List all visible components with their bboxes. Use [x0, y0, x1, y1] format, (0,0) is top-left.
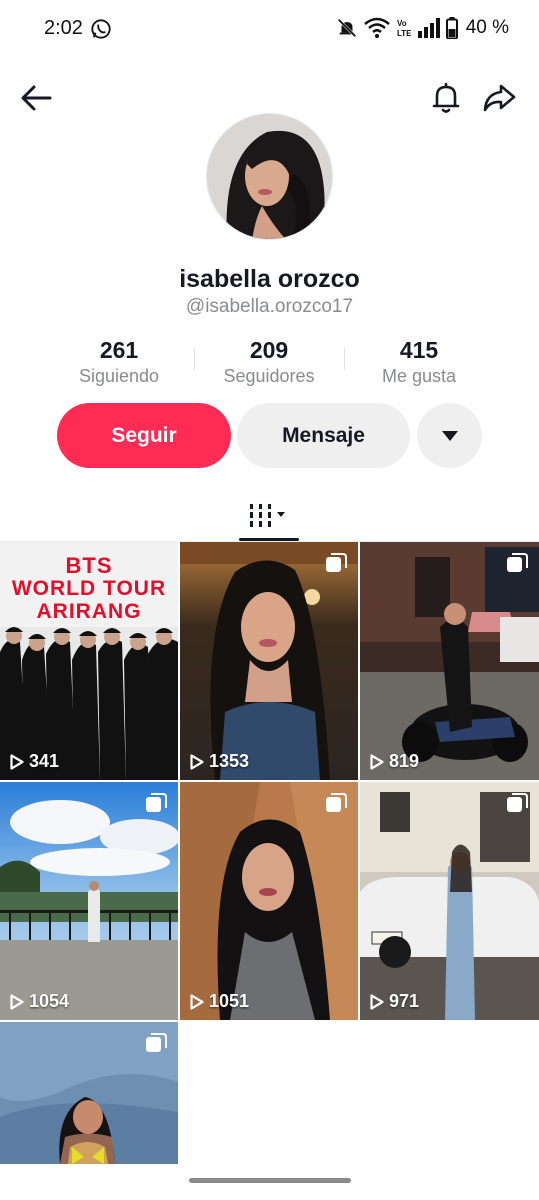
- likes-count: 415: [399, 337, 439, 363]
- thumbnail-image: [360, 542, 539, 780]
- thumbnail-image: [360, 782, 539, 1020]
- view-count-text: 971: [389, 991, 420, 1011]
- video-thumbnail[interactable]: 1051: [180, 782, 358, 1020]
- notifications-button[interactable]: [428, 80, 464, 116]
- avatar[interactable]: [206, 113, 333, 240]
- view-count: 1353: [190, 751, 249, 772]
- play-icon: [370, 753, 384, 770]
- multi-photo-icon: [326, 553, 347, 572]
- svg-text:LTE: LTE: [397, 29, 412, 38]
- view-count: 819: [370, 751, 419, 772]
- play-icon: [10, 993, 24, 1010]
- mute-bell-icon: [337, 18, 356, 38]
- stat-followers[interactable]: 209 Seguidores: [194, 336, 344, 388]
- thumbnail-image: [180, 542, 358, 780]
- likes-label: Me gusta: [381, 366, 457, 386]
- message-button[interactable]: Mensaje: [237, 403, 410, 468]
- share-button[interactable]: [481, 80, 517, 116]
- view-count-text: 1051: [209, 991, 250, 1011]
- followers-label: Seguidores: [223, 366, 315, 386]
- view-count-text: 1054: [29, 991, 70, 1011]
- followers-count: 209: [249, 337, 289, 363]
- view-count: 1051: [190, 991, 249, 1012]
- display-name: isabella orozco: [179, 265, 360, 293]
- status-bar: 2:02 Vo LTE 40 %: [0, 0, 539, 60]
- poster-caption: BTS WORLD TOUR ARIRANG: [0, 554, 178, 623]
- poster-caption-line: BTS: [65, 553, 113, 578]
- view-count-text: 819: [389, 751, 420, 771]
- thumbnail-image: [180, 782, 358, 1020]
- multi-photo-icon: [146, 793, 167, 812]
- video-thumbnail[interactable]: 971: [360, 782, 539, 1020]
- volte-icon: Vo LTE: [397, 19, 412, 38]
- view-count: 1054: [10, 991, 69, 1012]
- view-count: 971: [370, 991, 419, 1012]
- video-thumbnail[interactable]: [0, 1022, 178, 1164]
- battery-percent: 40 %: [465, 17, 509, 38]
- multi-photo-icon: [326, 793, 347, 812]
- play-icon: [190, 993, 204, 1010]
- wifi-icon: [363, 17, 390, 38]
- view-count: 341: [10, 751, 59, 772]
- video-thumbnail[interactable]: 819: [360, 542, 539, 780]
- more-options-button[interactable]: [417, 403, 482, 468]
- play-icon: [190, 753, 204, 770]
- view-count-text: 1353: [209, 751, 250, 771]
- battery-icon: [445, 17, 458, 39]
- following-label: Siguiendo: [78, 366, 160, 386]
- multi-photo-icon: [146, 1033, 167, 1052]
- stat-likes[interactable]: 415 Me gusta: [344, 336, 494, 388]
- profile-stats: 261 Siguiendo 209 Seguidores 415 Me gust…: [44, 336, 494, 392]
- caret-down-icon: [441, 430, 458, 441]
- bell-icon: [432, 82, 460, 113]
- play-icon: [10, 753, 24, 770]
- multi-photo-icon: [507, 553, 528, 572]
- arrow-left-icon: [21, 85, 52, 111]
- stat-following[interactable]: 261 Siguiendo: [44, 336, 194, 388]
- video-thumbnail[interactable]: BTS WORLD TOUR ARIRANG 341: [0, 542, 178, 780]
- username: @isabella.orozco17: [185, 296, 354, 317]
- video-thumbnail[interactable]: 1353: [180, 542, 358, 780]
- home-indicator[interactable]: [189, 1178, 351, 1183]
- poster-caption-line: ARIRANG: [36, 600, 142, 623]
- svg-text:Vo: Vo: [397, 19, 407, 28]
- thumbnail-image: [0, 782, 178, 1020]
- tab-videos[interactable]: [239, 492, 299, 540]
- signal-icon: [417, 18, 440, 38]
- share-arrow-icon: [483, 84, 516, 112]
- view-count-text: 341: [29, 751, 60, 771]
- following-count: 261: [99, 337, 139, 363]
- status-time: 2:02: [44, 17, 83, 39]
- whatsapp-icon: [91, 19, 111, 39]
- poster-caption-line: WORLD TOUR: [11, 577, 167, 600]
- video-thumbnail[interactable]: 1054: [0, 782, 178, 1020]
- play-icon: [370, 993, 384, 1010]
- back-button[interactable]: [18, 80, 54, 116]
- follow-button[interactable]: Seguir: [57, 403, 231, 468]
- grid-tab-icon: [250, 504, 285, 527]
- multi-photo-icon: [507, 793, 528, 812]
